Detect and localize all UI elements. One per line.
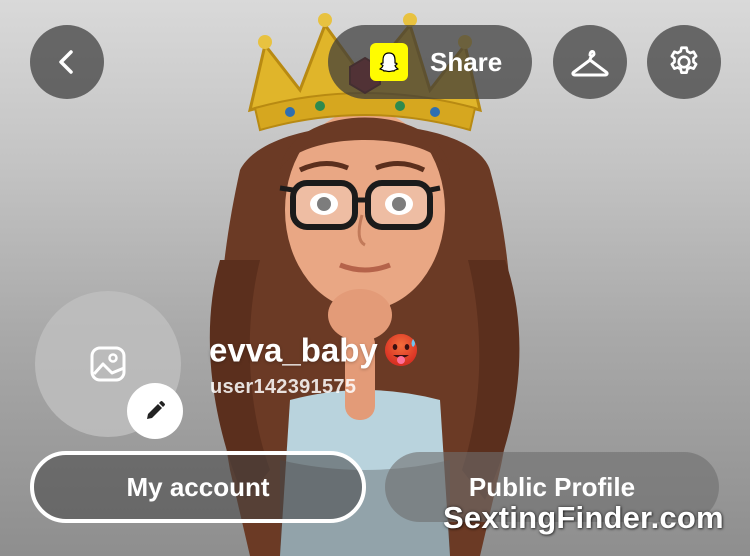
outfit-button[interactable] xyxy=(553,25,627,99)
edit-bitmoji-button[interactable] xyxy=(127,383,183,439)
my-account-label: My account xyxy=(126,471,270,502)
snapcode-ghost-icon xyxy=(370,43,408,81)
chevron-left-icon xyxy=(59,50,73,74)
gear-icon xyxy=(670,46,698,74)
display-name: evva_baby xyxy=(209,330,420,376)
hot-face-emoji-icon xyxy=(382,330,420,376)
watermark: SextingFinder.com xyxy=(443,500,724,535)
profile-screen: Share evva_baby user142391575 My account… xyxy=(0,0,750,556)
pencil-icon xyxy=(147,401,165,419)
hanger-icon xyxy=(571,50,609,77)
back-button[interactable] xyxy=(30,25,104,99)
username: user142391575 xyxy=(210,376,357,398)
image-icon xyxy=(90,346,126,382)
share-label: Share xyxy=(430,46,503,77)
share-button[interactable]: Share xyxy=(328,25,532,99)
display-name-text: evva_baby xyxy=(209,331,378,369)
settings-button[interactable] xyxy=(647,25,721,99)
public-profile-label: Public Profile xyxy=(468,471,636,502)
my-account-button[interactable]: My account xyxy=(30,451,366,523)
